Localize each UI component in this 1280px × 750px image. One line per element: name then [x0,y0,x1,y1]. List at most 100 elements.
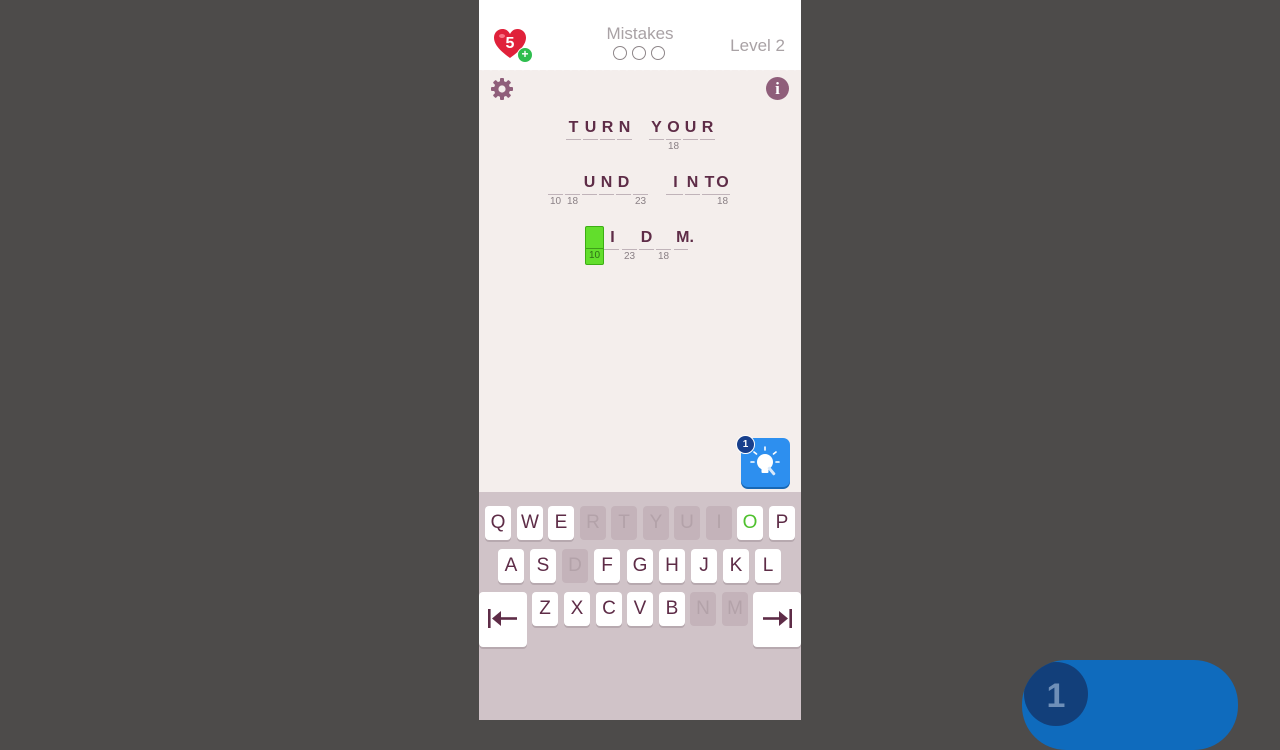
puzzle-cell[interactable]: 23 [622,228,637,268]
cell-letter: M. [676,229,694,246]
puzzle-cell[interactable]: U [683,118,698,158]
cell-underline [600,139,615,140]
puzzle-cell[interactable]: N [599,173,614,213]
cell-underline [649,139,664,140]
puzzle-cell[interactable]: 18 [565,173,580,213]
cell-number: 23 [623,251,636,262]
hint-button[interactable]: 1 [736,435,790,487]
puzzle-cell[interactable]: 10 [548,173,563,213]
previous-cell-button[interactable] [479,592,527,647]
cell-underline [683,139,698,140]
key[interactable]: G [627,549,653,583]
key[interactable]: Q [485,506,511,540]
cell-letter: T [568,119,579,136]
cell-letter: Y [651,119,662,136]
puzzle-cell[interactable]: M. [674,228,696,268]
puzzle-cell[interactable]: O 18 [715,173,730,213]
header-edge [479,66,801,74]
gear-icon [491,78,513,100]
key[interactable]: V [627,592,653,626]
puzzle-cell[interactable]: I [605,228,620,268]
key[interactable]: P [769,506,795,540]
cell-underline [548,194,563,195]
overlay-hint-badge: 1 [1022,660,1238,750]
puzzle-cell[interactable]: U [582,173,597,213]
cell-letter: U [584,119,597,136]
cell-underline [674,249,688,250]
key[interactable]: S [530,549,556,583]
key-hinted[interactable]: O [737,506,763,540]
info-icon: i [775,79,780,98]
key[interactable]: E [548,506,574,540]
cell-underline [639,249,654,250]
cell-underline [582,194,597,195]
key[interactable]: Z [532,592,558,626]
cell-letter: U [684,119,697,136]
puzzle-cell[interactable]: T [566,118,581,158]
key[interactable]: W [517,506,543,540]
game-screen: 5 + Mistakes Level 2 i T U R N Y O 18 U [479,0,801,720]
cell-letter: O [716,174,729,191]
puzzle-cell[interactable]: 23 [633,173,648,213]
key[interactable]: C [596,592,622,626]
cell-underline [685,194,700,195]
cell-number: 18 [657,251,670,262]
cell-underline [666,139,681,140]
key-disabled: Y [643,506,669,540]
puzzle-cell[interactable]: R [600,118,615,158]
cell-letter: R [701,119,714,136]
cell-number: 10 [588,250,601,261]
arrow-to-end-icon [763,609,792,628]
overlay-badge-number: 1 [1024,662,1088,726]
cell-underline [622,249,637,250]
key-disabled: T [611,506,637,540]
cell-letter: D [617,174,630,191]
key-disabled: N [690,592,716,626]
next-cell-button[interactable] [753,592,801,647]
cell-letter: U [583,174,596,191]
puzzle-cell[interactable]: O 18 [666,118,681,158]
key-disabled: D [562,549,588,583]
puzzle-cell[interactable]: 18 [656,228,671,268]
cell-underline [586,248,603,249]
key[interactable]: J [691,549,717,583]
key-disabled: I [706,506,732,540]
puzzle-cell[interactable]: N [617,118,632,158]
mistake-slot-icon [651,46,665,60]
info-button[interactable]: i [766,77,789,100]
hint-count-badge: 1 [736,435,755,454]
settings-button[interactable] [490,77,514,101]
puzzle-cell-selected[interactable]: 10 [585,226,604,265]
cell-letter: I [673,174,678,191]
key[interactable]: X [564,592,590,626]
cell-letter: N [618,119,631,136]
cell-underline [633,194,648,195]
cell-underline [656,249,671,250]
cell-letter: O [667,119,680,136]
puzzle-cell[interactable]: U [583,118,598,158]
mistake-slot-icon [613,46,627,60]
level-label: Level 2 [730,36,785,55]
mistakes-indicator [613,46,667,62]
cell-number: 18 [566,196,579,207]
cell-underline [599,194,614,195]
key[interactable]: B [659,592,685,626]
puzzle-cell[interactable]: R [700,118,715,158]
cell-letter: I [610,229,615,246]
puzzle-cell[interactable]: N [685,173,700,213]
cell-number: 18 [716,196,729,207]
cell-underline [617,139,632,140]
puzzle-cell[interactable]: Y [649,118,664,158]
puzzle-cell[interactable]: D [639,228,654,268]
cell-underline [583,139,598,140]
puzzle-cell[interactable]: I [668,173,683,213]
key[interactable]: K [723,549,749,583]
key[interactable]: A [498,549,524,583]
add-lives-icon[interactable]: + [517,47,533,63]
key-disabled: R [580,506,606,540]
key[interactable]: L [755,549,781,583]
key[interactable]: F [594,549,620,583]
arrow-to-start-icon [488,609,517,628]
key[interactable]: H [659,549,685,583]
puzzle-cell[interactable]: D [616,173,631,213]
